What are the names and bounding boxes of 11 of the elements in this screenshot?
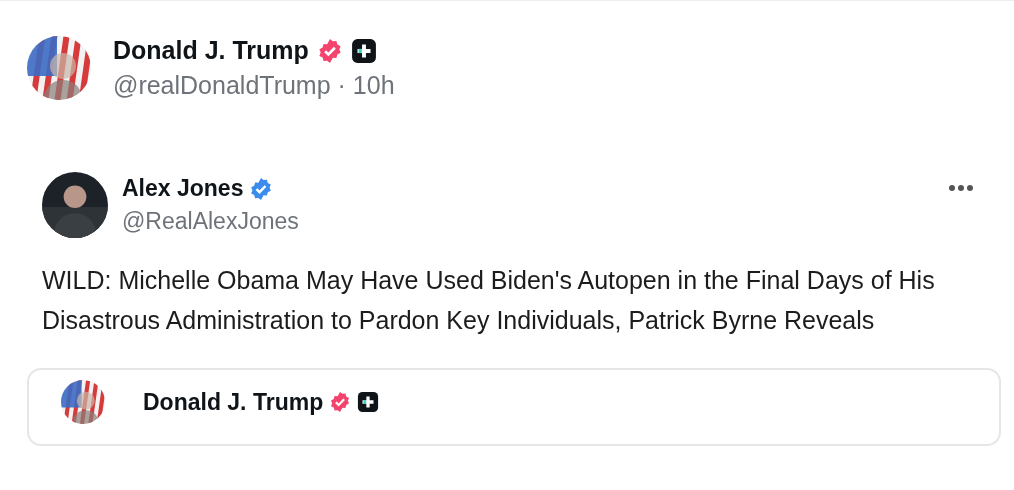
author-name[interactable]: Donald J. Trump [113,36,309,65]
author-name[interactable]: Donald J. Trump [143,388,324,416]
embedded-post-card[interactable]: Donald J. Trump [27,368,1001,446]
author-handle[interactable]: @RealAlexJones [122,208,299,235]
avatar [61,380,105,424]
more-options-icon[interactable] [948,184,974,192]
author-name[interactable]: Alex Jones [122,175,244,202]
post-time[interactable]: 10h [352,71,395,99]
post-text: WILD: Michelle Obama May Have Used Biden's Autopen in the Final Days of His Disastrous Administration to Pardon Key Individuals, Patrick Byrne Reveals [42,265,936,336]
author-handle[interactable]: @realDonaldTrump [113,71,331,99]
separator-dot: · [337,71,346,99]
